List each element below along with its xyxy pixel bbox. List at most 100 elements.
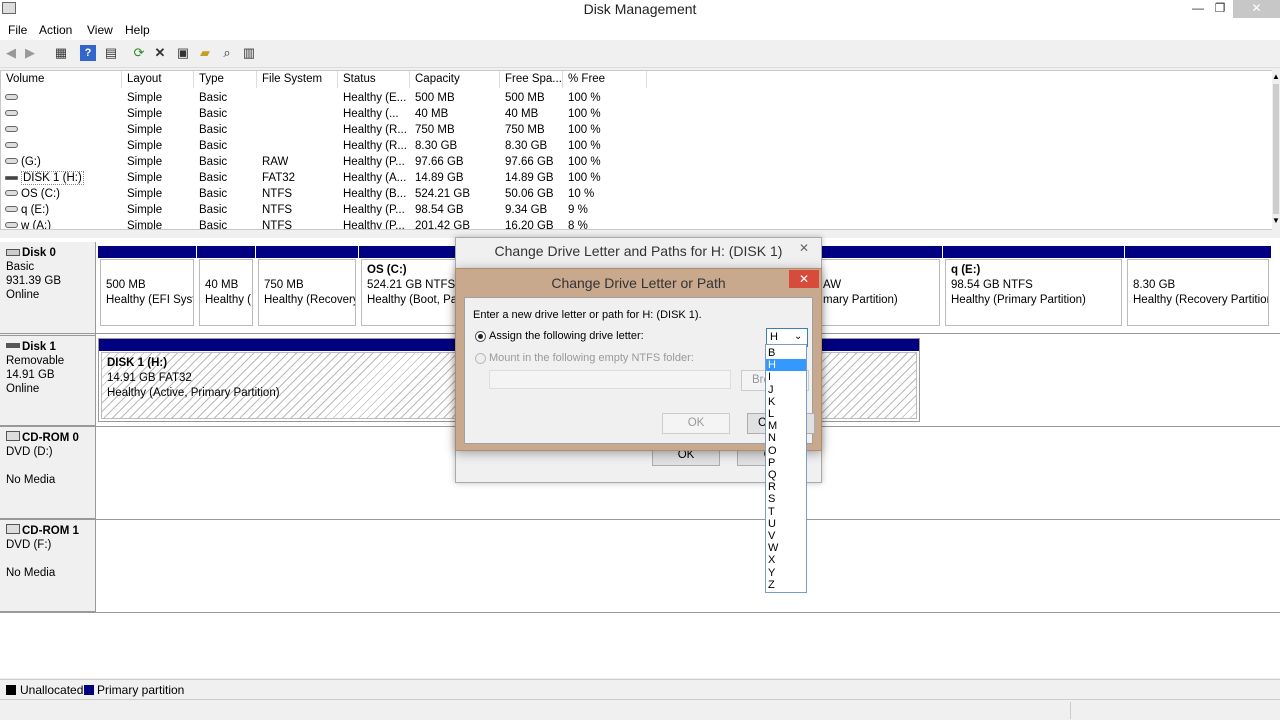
table-row[interactable]: q (E:) Simple Basic NTFS Healthy (P... 9… bbox=[1, 202, 1263, 218]
partition-q-e[interactable]: q (E:) 98.54 GB NTFS Healthy (Primary Part… bbox=[943, 246, 1124, 328]
dropdown-option-l[interactable]: L bbox=[766, 408, 806, 420]
disk-icon bbox=[6, 249, 20, 256]
chevron-down-icon: ⌄ bbox=[794, 331, 803, 342]
table-row[interactable]: OS (C:) Simple Basic NTFS Healthy (B... … bbox=[1, 186, 1263, 202]
partition-recovery-8gb[interactable]: 8.30 GB Healthy (Recovery Partition bbox=[1125, 246, 1271, 328]
prompt-text: Enter a new drive letter or path for H: … bbox=[473, 309, 702, 321]
search-icon[interactable]: ⌕ bbox=[219, 45, 235, 61]
forward-icon[interactable]: ▶ bbox=[22, 45, 38, 61]
dialog-body: Enter a new drive letter or path for H: … bbox=[464, 297, 815, 444]
col-capacity[interactable]: Capacity bbox=[410, 71, 500, 88]
dropdown-option-x[interactable]: X bbox=[766, 554, 806, 566]
settings-icon[interactable]: ▥ bbox=[241, 45, 257, 61]
table-row[interactable]: Simple Basic Healthy (... 40 MB 40 MB 10… bbox=[1, 106, 1263, 122]
menu-action[interactable]: Action bbox=[39, 23, 72, 37]
volume-icon bbox=[5, 94, 18, 100]
cdrom-icon bbox=[6, 431, 20, 441]
ok-button[interactable]: OK bbox=[662, 413, 730, 434]
refresh-icon[interactable]: ⟳ bbox=[131, 45, 147, 61]
partition-g[interactable]: AW mary Partition) bbox=[815, 246, 942, 328]
volume-icon bbox=[5, 110, 18, 116]
table-row[interactable]: Simple Basic Healthy (E... 500 MB 500 MB… bbox=[1, 90, 1263, 106]
dialog-close-button[interactable]: ✕ bbox=[789, 239, 819, 257]
table-row[interactable]: Simple Basic Healthy (R... 750 MB 750 MB… bbox=[1, 122, 1263, 138]
dropdown-option-h[interactable]: H bbox=[766, 359, 806, 372]
table-row[interactable]: w (A:) Simple Basic NTFS Healthy (P... 2… bbox=[1, 218, 1263, 229]
folder-path-input[interactable] bbox=[489, 370, 731, 389]
scroll-thumb[interactable] bbox=[1273, 84, 1279, 214]
dropdown-option-p[interactable]: P bbox=[766, 457, 806, 469]
help-icon[interactable]: ? bbox=[80, 45, 96, 61]
dropdown-option-r[interactable]: R bbox=[766, 481, 806, 493]
unallocated-label: Unallocated bbox=[20, 683, 84, 697]
menu-help[interactable]: Help bbox=[125, 23, 150, 37]
toolbar: ◀ ▶ ▦ ? ▤ ⟳ ✕ ▣ ▰ ⌕ ▥ bbox=[0, 40, 1280, 68]
delete-icon[interactable]: ✕ bbox=[152, 45, 168, 61]
dropdown-option-m[interactable]: M bbox=[766, 420, 806, 432]
volume-icon bbox=[5, 222, 18, 228]
dropdown-option-i[interactable]: I bbox=[766, 371, 806, 383]
console-tree-icon[interactable]: ▦ bbox=[53, 45, 69, 61]
drive-letter-dropdown[interactable]: BHIJKLMNOPQRSTUVWXYZ bbox=[765, 344, 807, 593]
volume-list-scrollbar[interactable]: ▲ ▼ bbox=[1272, 70, 1280, 230]
scroll-up-icon[interactable]: ▲ bbox=[1272, 72, 1280, 81]
volume-icon bbox=[5, 126, 18, 132]
table-row[interactable]: (G:) Simple Basic RAW Healthy (P... 97.6… bbox=[1, 154, 1263, 170]
menu-file[interactable]: File bbox=[8, 23, 27, 37]
cdrom1-label[interactable]: CD-ROM 1 DVD (F:) No Media bbox=[0, 520, 96, 612]
dropdown-option-b[interactable]: B bbox=[766, 347, 806, 359]
assign-letter-radio[interactable] bbox=[475, 331, 486, 342]
removable-disk-icon bbox=[6, 343, 20, 348]
mount-folder-label[interactable]: Mount in the following empty NTFS folder… bbox=[489, 352, 694, 364]
assign-letter-label[interactable]: Assign the following drive letter: bbox=[489, 330, 644, 342]
scroll-down-icon[interactable]: ▼ bbox=[1272, 216, 1280, 225]
title-bar: Disk Management — ❐ ✕ bbox=[0, 0, 1280, 20]
open-icon[interactable]: ▰ bbox=[197, 45, 213, 61]
dropdown-option-v[interactable]: V bbox=[766, 530, 806, 542]
partition-recovery-750[interactable]: 750 MB Healthy (Recovery bbox=[256, 246, 358, 328]
col-volume[interactable]: Volume bbox=[1, 71, 122, 88]
menu-view[interactable]: View bbox=[87, 23, 113, 37]
dialog-title: Change Drive Letter or Path bbox=[551, 275, 726, 291]
partition-efi[interactable]: 500 MB Healthy (EFI Syste bbox=[98, 246, 196, 328]
disk0-label[interactable]: Disk 0 Basic 931.39 GB Online bbox=[0, 242, 96, 336]
maximize-button[interactable]: ❐ bbox=[1205, 0, 1235, 18]
dropdown-option-q[interactable]: Q bbox=[766, 469, 806, 481]
dropdown-option-y[interactable]: Y bbox=[766, 567, 806, 579]
col-layout[interactable]: Layout bbox=[122, 71, 194, 88]
menu-bar: File Action View Help bbox=[0, 20, 1280, 40]
col-type[interactable]: Type bbox=[194, 71, 257, 88]
dropdown-option-s[interactable]: S bbox=[766, 493, 806, 505]
dropdown-option-n[interactable]: N bbox=[766, 432, 806, 444]
dropdown-option-j[interactable]: J bbox=[766, 384, 806, 396]
back-icon[interactable]: ◀ bbox=[3, 45, 19, 61]
volume-icon bbox=[5, 190, 18, 196]
properties-icon[interactable]: ▤ bbox=[103, 45, 119, 61]
removable-drive-icon bbox=[5, 176, 18, 180]
close-button[interactable]: ✕ bbox=[1233, 0, 1280, 18]
partition-os-c[interactable]: OS (C:) 524.21 GB NTFS Healthy (Boot, Pa bbox=[359, 246, 459, 328]
unallocated-swatch bbox=[6, 685, 16, 695]
cdrom0-label[interactable]: CD-ROM 0 DVD (D:) No Media bbox=[0, 427, 96, 519]
dialog-close-button[interactable]: ✕ bbox=[789, 270, 819, 288]
check-icon[interactable]: ▣ bbox=[175, 45, 191, 61]
disk1-label[interactable]: Disk 1 Removable 14.91 GB Online bbox=[0, 336, 96, 426]
dropdown-option-w[interactable]: W bbox=[766, 542, 806, 554]
table-row[interactable]: Simple Basic Healthy (R... 8.30 GB 8.30 … bbox=[1, 138, 1263, 154]
dropdown-option-o[interactable]: O bbox=[766, 445, 806, 457]
status-bar bbox=[0, 699, 1280, 720]
mount-folder-radio[interactable] bbox=[475, 353, 486, 364]
col-status[interactable]: Status bbox=[338, 71, 410, 88]
col-percent-free[interactable]: % Free bbox=[563, 71, 647, 88]
table-row[interactable]: DISK 1 (H:) Simple Basic FAT32 Healthy (… bbox=[1, 170, 1263, 186]
col-file-system[interactable]: File System bbox=[257, 71, 338, 88]
dropdown-option-k[interactable]: K bbox=[766, 396, 806, 408]
partition-40mb[interactable]: 40 MB Healthy ( bbox=[197, 246, 255, 328]
dropdown-option-z[interactable]: Z bbox=[766, 579, 806, 591]
dropdown-option-u[interactable]: U bbox=[766, 518, 806, 530]
dropdown-option-t[interactable]: T bbox=[766, 506, 806, 518]
col-free-space[interactable]: Free Spa... bbox=[500, 71, 563, 88]
volume-list[interactable]: Volume Layout Type File System Status Ca… bbox=[0, 70, 1273, 230]
volume-icon bbox=[5, 142, 18, 148]
selected-letter: H bbox=[770, 331, 778, 343]
